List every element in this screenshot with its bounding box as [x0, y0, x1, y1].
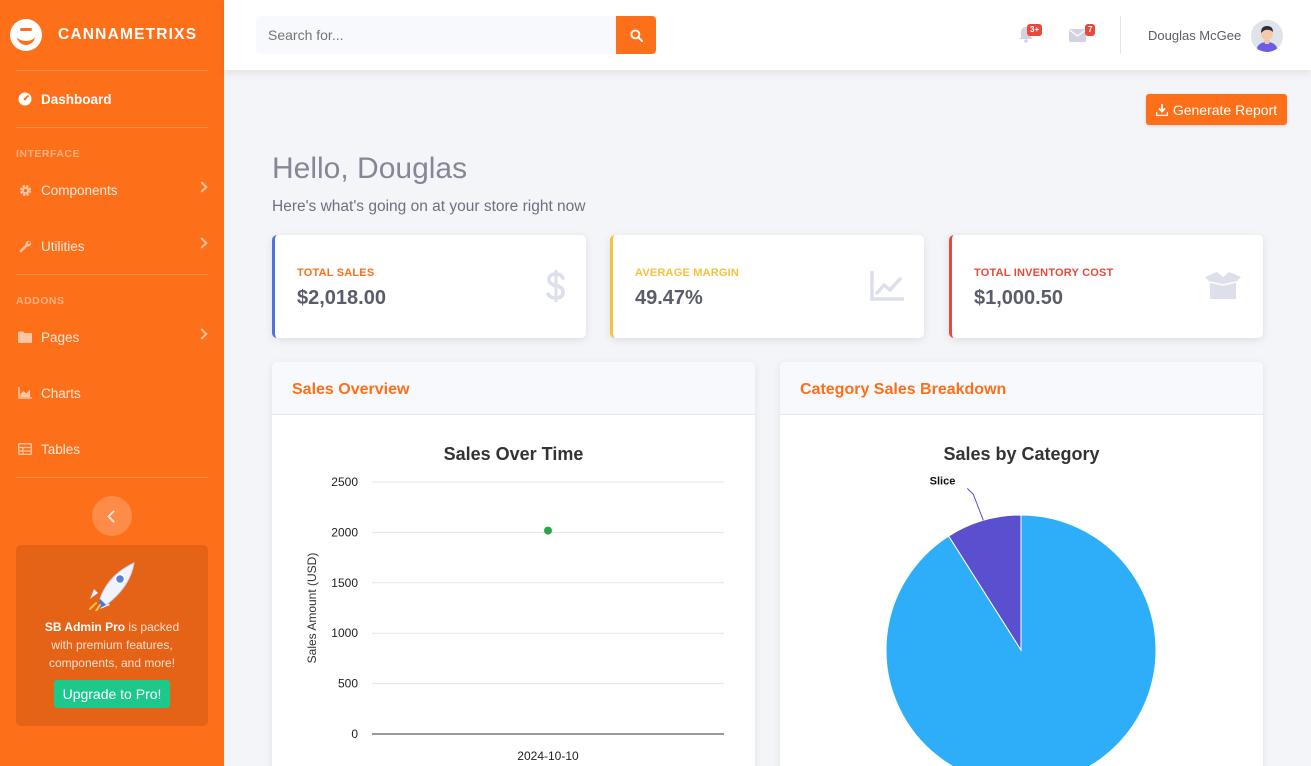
sidebar-item-label: Components	[41, 182, 118, 198]
y-tick-label: 1000	[331, 626, 358, 640]
messages-button[interactable]: 7	[1069, 24, 1096, 44]
category-sales-card: Category Sales Breakdown Sales by Catego…	[780, 362, 1263, 766]
sidebar-heading-interface: INTERFACE	[16, 148, 81, 160]
line-chart-icon	[870, 271, 904, 306]
page-title: Hello, Douglas	[272, 152, 468, 185]
user-name[interactable]: Douglas McGee	[1148, 28, 1241, 43]
stat-value: 49.47%	[635, 287, 703, 309]
sidebar-item-components[interactable]: Components	[0, 162, 224, 218]
rocket-icon	[16, 559, 208, 616]
search-input[interactable]	[256, 16, 616, 54]
slice-label: Slice	[930, 475, 956, 487]
stat-value: $2,018.00	[297, 287, 386, 309]
topbar-divider	[1120, 16, 1121, 54]
search-button[interactable]	[616, 16, 656, 54]
folder-icon	[18, 330, 32, 344]
sidebar-toggle-button[interactable]	[92, 496, 132, 536]
cog-icon	[18, 183, 32, 197]
generate-report-button[interactable]: Generate Report	[1146, 94, 1287, 125]
y-tick-label: 0	[351, 727, 358, 741]
alerts-badge: 3+	[1027, 24, 1043, 36]
dollar-icon	[546, 269, 566, 308]
sidebar-item-dashboard[interactable]: Dashboard	[0, 71, 224, 127]
stat-label: TOTAL INVENTORY COST	[974, 267, 1114, 279]
stat-card-average-margin: AVERAGE MARGIN 49.47%	[610, 235, 924, 338]
envelope-icon	[1069, 29, 1086, 42]
stat-card-total-sales: TOTAL SALES $2,018.00	[272, 235, 586, 338]
brand[interactable]: CANNAMETRIXS	[0, 0, 224, 70]
y-tick-label: 2000	[331, 525, 358, 539]
sidebar-heading-addons: ADDONS	[16, 295, 65, 307]
y-tick-label: 500	[338, 677, 358, 691]
download-icon	[1155, 103, 1168, 116]
stat-card-total-inventory-cost: TOTAL INVENTORY COST $1,000.50	[949, 235, 1263, 338]
sales-over-time-chart: 0 500 1000 1500 2000 2500 Sales Amount (USD) 20…	[305, 475, 724, 763]
sales-overview-card: Sales Overview Sales Over Time 0 500 1000 1…	[272, 362, 755, 766]
generate-report-label: Generate Report	[1172, 101, 1278, 118]
sidebar-item-label: Charts	[41, 385, 81, 401]
topbar: 3+ 7 Douglas McGee	[224, 0, 1311, 70]
sidebar-item-charts[interactable]: Charts	[0, 365, 224, 421]
brand-name: CANNAMETRIXS	[58, 26, 198, 43]
wrench-icon	[18, 239, 32, 253]
sidebar-item-label: Tables	[41, 441, 81, 457]
upgrade-button[interactable]: Upgrade to Pro!	[53, 680, 171, 708]
y-tick-label: 1500	[331, 576, 358, 590]
promo-text: SB Admin Pro is packed with premium feat…	[16, 618, 208, 672]
data-point	[544, 526, 552, 535]
box-open-icon	[1203, 271, 1243, 306]
messages-badge: 7	[1085, 24, 1096, 36]
user-avatar[interactable]	[1251, 20, 1283, 52]
sidebar: CANNAMETRIXS Dashboard INTERFACE Compone…	[0, 0, 224, 766]
sidebar-item-label: Pages	[41, 329, 80, 345]
search-icon	[629, 28, 643, 42]
sidebar-item-pages[interactable]: Pages	[0, 309, 224, 365]
chevron-right-icon	[196, 328, 208, 340]
stat-label: TOTAL SALES	[297, 267, 375, 279]
y-axis-label: Sales Amount (USD)	[305, 553, 319, 664]
alerts-button[interactable]: 3+	[1018, 24, 1043, 44]
table-icon	[18, 442, 32, 456]
area-chart-icon	[18, 386, 32, 400]
tachometer-icon	[18, 92, 32, 106]
promo-brand: SB Admin Pro	[44, 620, 126, 634]
stat-label: AVERAGE MARGIN	[635, 267, 740, 279]
chevron-right-icon	[196, 181, 208, 193]
brand-logo-icon	[10, 19, 42, 51]
sidebar-item-tables[interactable]: Tables	[0, 421, 224, 477]
promo-card: SB Admin Pro is packed with premium feat…	[16, 545, 208, 726]
sales-by-category-chart: Slice	[885, 475, 1157, 766]
sidebar-item-label: Dashboard	[41, 91, 112, 107]
page-subtitle: Here's what's going on at your store rig…	[272, 198, 586, 215]
stat-value: $1,000.50	[974, 287, 1063, 309]
search-bar	[256, 16, 656, 54]
chevron-right-icon	[196, 237, 208, 249]
sidebar-item-label: Utilities	[41, 238, 85, 254]
sidebar-divider	[16, 477, 208, 478]
slice-label-leader	[966, 488, 984, 521]
x-tick-label: 2024-10-10	[517, 749, 579, 763]
sidebar-item-utilities[interactable]: Utilities	[0, 218, 224, 274]
y-tick-label: 2500	[331, 475, 358, 489]
